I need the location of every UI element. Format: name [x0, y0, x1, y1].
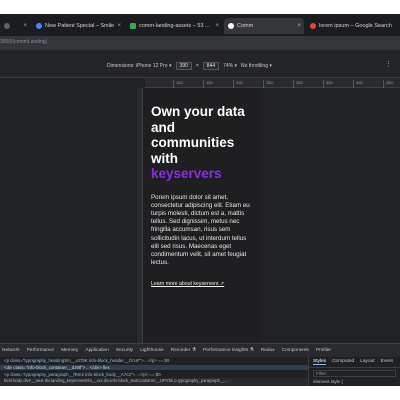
device-toolbar: Dimensions: iPhone 12 Pro ▾ 390 × 844 74… [0, 50, 400, 78]
throttle-select[interactable]: No throttling ▾ [241, 63, 272, 69]
devtools-tab-security[interactable]: Security [116, 348, 133, 353]
tab-0[interactable]: × [0, 18, 30, 34]
devtools-tab-memory[interactable]: Memory [61, 348, 78, 353]
devtools-tab-performance[interactable]: Performance [27, 348, 54, 353]
close-icon[interactable]: × [297, 23, 301, 29]
styles-tab[interactable]: Styles [313, 359, 327, 365]
tab-icon [310, 23, 316, 29]
dimension-separator: × [195, 63, 199, 69]
ruler-tick: 400 [353, 80, 363, 88]
styles-tabs: Styles Computed Layout Event [309, 357, 400, 368]
device-select[interactable]: Dimensions: iPhone 12 Pro ▾ [107, 63, 172, 69]
ruler-tick: 150 [203, 80, 213, 88]
layout-tab[interactable]: Layout [360, 359, 374, 365]
tab-label: New Patient Special – Smile [45, 23, 115, 29]
devtools-tabbar: Network Performance Memory Application S… [0, 343, 400, 357]
tab-icon [4, 23, 10, 29]
tab-label: Comm [237, 23, 254, 29]
ruler-tick: 200 [233, 80, 243, 88]
horizontal-ruler: 100 150 200 250 300 350 400 450 [145, 78, 400, 88]
page-headline: Own your data and communities with keyse… [151, 104, 250, 182]
device-viewport: Own your data and communities with keyse… [143, 88, 258, 343]
url-text: 3000/(commLanding) [0, 39, 48, 45]
devtools-tab-performance-insights[interactable]: Performance insights ⚗ [203, 348, 254, 353]
devtools-tab-network[interactable]: Network [2, 348, 20, 353]
tab-2[interactable]: comm-landing-assets – 53 ... × [126, 18, 222, 34]
styles-filter-input[interactable]: Filter [313, 370, 396, 377]
tab-4[interactable]: lorem ipsum – Google Search [306, 18, 400, 34]
devtools-tab-components[interactable]: Components [282, 348, 309, 353]
devtools-tab-application[interactable]: Application [85, 348, 108, 353]
event-tab[interactable]: Event [381, 359, 393, 365]
headline-line: with [151, 150, 178, 166]
tab-icon [228, 23, 234, 29]
tab-3[interactable]: Comm × [224, 18, 304, 34]
devtools-tab-profiler[interactable]: Profiler [316, 348, 331, 353]
more-options-icon[interactable]: ⋮ [385, 60, 392, 68]
headline-line: Own your data [151, 104, 245, 119]
tab-1[interactable]: New Patient Special – Smile × [32, 18, 124, 34]
ruler-tick: 100 [173, 80, 183, 88]
dom-node[interactable]: <p class="typography_paragraph__fRm2 inf… [4, 372, 161, 377]
close-icon[interactable]: × [215, 23, 219, 29]
browser-window: × New Patient Special – Smile × comm-lan… [0, 14, 400, 386]
zoom-select[interactable]: 74% ▾ [223, 63, 237, 69]
styles-pane: Styles Computed Layout Event Filter elem… [308, 357, 400, 386]
devtools-tab-lighthouse[interactable]: Lighthouse [140, 348, 163, 353]
element-style-rule: element.style { [313, 379, 343, 384]
body-paragraph: Porem ipsum dolor sit amet, consectetur … [151, 193, 250, 267]
close-icon[interactable]: × [23, 23, 27, 29]
computed-tab[interactable]: Computed [332, 359, 354, 365]
dom-breadcrumb[interactable]: html body div#__next div.landing_keyserv… [0, 378, 308, 386]
headline-accent: keyservers [151, 166, 222, 181]
width-input[interactable]: 390 [175, 62, 192, 70]
address-bar[interactable]: 3000/(commLanding) [0, 36, 400, 50]
tab-icon [36, 23, 42, 29]
dom-node[interactable]: <div class="info-block_container__dJ9tf"… [0, 365, 308, 370]
tab-label: comm-landing-assets – 53 ... [139, 23, 210, 29]
ruler-tick: 350 [323, 80, 333, 88]
devtools-tab-recorder[interactable]: Recorder ⚗ [171, 348, 196, 353]
headline-line: and [151, 119, 176, 135]
tab-strip: × New Patient Special – Smile × comm-lan… [0, 14, 400, 36]
tab-icon [130, 23, 136, 29]
learn-more-link[interactable]: Learn more about keyservers ↗ [151, 281, 250, 287]
headline-line: communities [151, 135, 235, 150]
dom-node[interactable]: <p class="typography_headingSm__xJ7bK in… [4, 358, 169, 363]
height-input[interactable]: 844 [202, 62, 220, 70]
ruler-tick: 250 [263, 80, 273, 88]
tab-label: lorem ipsum – Google Search [319, 23, 392, 29]
ruler-tick: 450 [383, 80, 393, 88]
close-icon[interactable]: × [117, 23, 121, 29]
ruler-tick: 300 [293, 80, 303, 88]
devtools-tab-redux[interactable]: Redux [261, 348, 275, 353]
device-dimensions: Dimensions: iPhone 12 Pro ▾ 390 × 844 74… [107, 62, 272, 70]
